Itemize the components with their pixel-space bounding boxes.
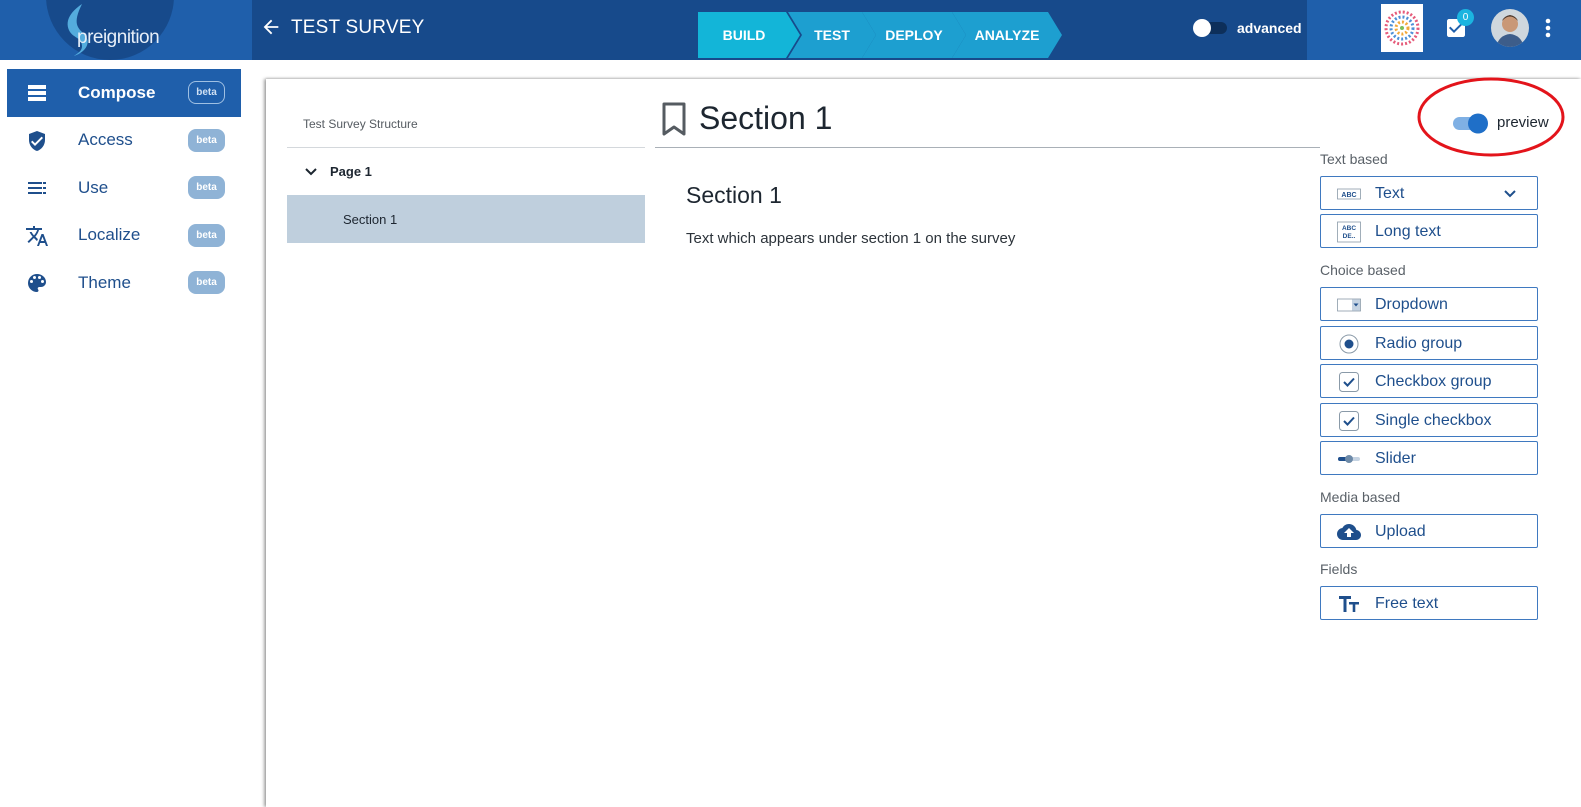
nav-item-compose[interactable]: Compose beta <box>7 69 241 117</box>
back-arrow-icon[interactable] <box>260 16 282 38</box>
palette-radio-group-label: Radio group <box>1375 335 1463 352</box>
section-heading: Section 1 <box>699 100 833 136</box>
tree-page-item[interactable]: Page 1 <box>287 156 645 186</box>
group-label-fields: Fields <box>1320 561 1358 577</box>
palette-single-checkbox-label: Single checkbox <box>1375 412 1492 429</box>
palette-checkbox-group-label: Checkbox group <box>1375 373 1492 390</box>
structure-title: Test Survey Structure <box>303 117 418 131</box>
step-deploy-label: DEPLOY <box>885 27 943 43</box>
step-test-label: TEST <box>814 27 850 43</box>
dropdown-icon <box>1337 298 1361 312</box>
long-text-icon: ABC DE.. <box>1337 221 1361 243</box>
palette-upload-label: Upload <box>1375 523 1426 540</box>
svg-text:ABC: ABC <box>1341 192 1356 199</box>
palette-dropdown-label: Dropdown <box>1375 296 1448 313</box>
palette-dropdown-button[interactable]: Dropdown <box>1320 287 1538 321</box>
beta-badge: beta <box>188 176 225 199</box>
nav-item-use[interactable]: Use beta <box>7 164 241 212</box>
translate-icon <box>26 225 48 246</box>
more-menu-icon[interactable] <box>1541 17 1555 41</box>
nav-label-use: Use <box>78 177 109 197</box>
text-format-icon <box>1339 596 1359 612</box>
palette-long-text-button[interactable]: ABC DE.. Long text <box>1320 214 1538 248</box>
beta-badge: beta <box>188 271 225 294</box>
nav-label-theme: Theme <box>78 272 131 292</box>
step-deploy[interactable]: DEPLOY <box>862 12 966 58</box>
palette-slider-button[interactable]: Slider <box>1320 441 1538 475</box>
palette-radio-group-button[interactable]: Radio group <box>1320 326 1538 360</box>
cloud-upload-icon <box>1337 524 1361 540</box>
content-section-title: Section 1 <box>686 182 782 208</box>
org-mandala-icon <box>1384 10 1420 46</box>
task-count-badge: 0 <box>1457 9 1474 26</box>
heading-divider <box>655 147 1320 148</box>
preview-toggle[interactable] <box>1451 111 1491 135</box>
structure-divider <box>287 147 645 148</box>
palette-text-button[interactable]: ABC Text <box>1320 176 1538 210</box>
tree-page-label: Page 1 <box>330 164 372 179</box>
text-abc-icon: ABC <box>1337 188 1361 200</box>
nav-item-access[interactable]: Access beta <box>7 117 241 165</box>
palette-slider-label: Slider <box>1375 450 1416 467</box>
palette-icon <box>28 274 46 292</box>
advanced-toggle[interactable] <box>1191 19 1229 37</box>
palette-long-text-label: Long text <box>1375 223 1441 240</box>
nav-item-theme[interactable]: Theme beta <box>7 259 241 307</box>
bookmark-icon <box>662 102 686 136</box>
svg-text:ABC: ABC <box>1342 225 1356 232</box>
slider-icon <box>1338 455 1360 463</box>
group-label-choice-based: Choice based <box>1320 262 1406 278</box>
nav-item-localize[interactable]: Localize beta <box>7 212 241 260</box>
radio-icon <box>1339 334 1359 354</box>
beta-badge: beta <box>188 81 225 104</box>
checkbox-icon <box>1339 372 1359 392</box>
nav-label-compose: Compose <box>78 82 156 102</box>
checkbox-icon <box>1339 411 1359 431</box>
chevron-down-icon[interactable] <box>304 165 318 179</box>
preview-label: preview <box>1497 114 1549 131</box>
advanced-label: advanced <box>1237 20 1302 36</box>
list-icon <box>28 182 46 194</box>
user-photo-icon <box>1491 9 1529 47</box>
palette-single-checkbox-button[interactable]: Single checkbox <box>1320 403 1538 437</box>
content-section-text: Text which appears under section 1 on th… <box>686 230 1016 247</box>
palette-free-text-label: Free text <box>1375 595 1439 612</box>
top-bar: preignition TEST SURVEY BUILD TEST DEPLO… <box>0 0 1581 60</box>
nav-label-localize: Localize <box>78 225 141 245</box>
chevron-down-icon[interactable] <box>1503 187 1517 201</box>
brand-area: preignition <box>0 0 252 60</box>
shield-icon <box>29 130 45 151</box>
user-avatar[interactable] <box>1491 9 1529 47</box>
nav-label-access: Access <box>78 130 133 150</box>
palette-checkbox-group-button[interactable]: Checkbox group <box>1320 364 1538 398</box>
group-label-text-based: Text based <box>1320 151 1388 167</box>
organization-logo[interactable] <box>1381 4 1423 52</box>
step-build[interactable]: BUILD <box>698 12 800 58</box>
step-analyze-label: ANALYZE <box>974 27 1040 43</box>
logo-text: preignition <box>77 27 160 48</box>
palette-text-label: Text <box>1375 185 1405 202</box>
step-build-label: BUILD <box>722 27 766 43</box>
palette-free-text-button[interactable]: Free text <box>1320 586 1538 620</box>
palette-upload-button[interactable]: Upload <box>1320 514 1538 548</box>
beta-badge: beta <box>188 128 225 152</box>
tree-section-item[interactable]: Section 1 <box>287 195 645 243</box>
survey-title: TEST SURVEY <box>291 17 425 38</box>
step-analyze[interactable]: ANALYZE <box>952 12 1062 58</box>
compose-icon <box>28 85 46 101</box>
tree-section-label: Section 1 <box>343 212 398 227</box>
side-navigation: Compose beta Access beta Use beta Locali… <box>7 69 241 307</box>
group-label-media-based: Media based <box>1320 489 1401 505</box>
beta-badge: beta <box>188 223 225 247</box>
svg-text:DE..: DE.. <box>1343 233 1356 240</box>
